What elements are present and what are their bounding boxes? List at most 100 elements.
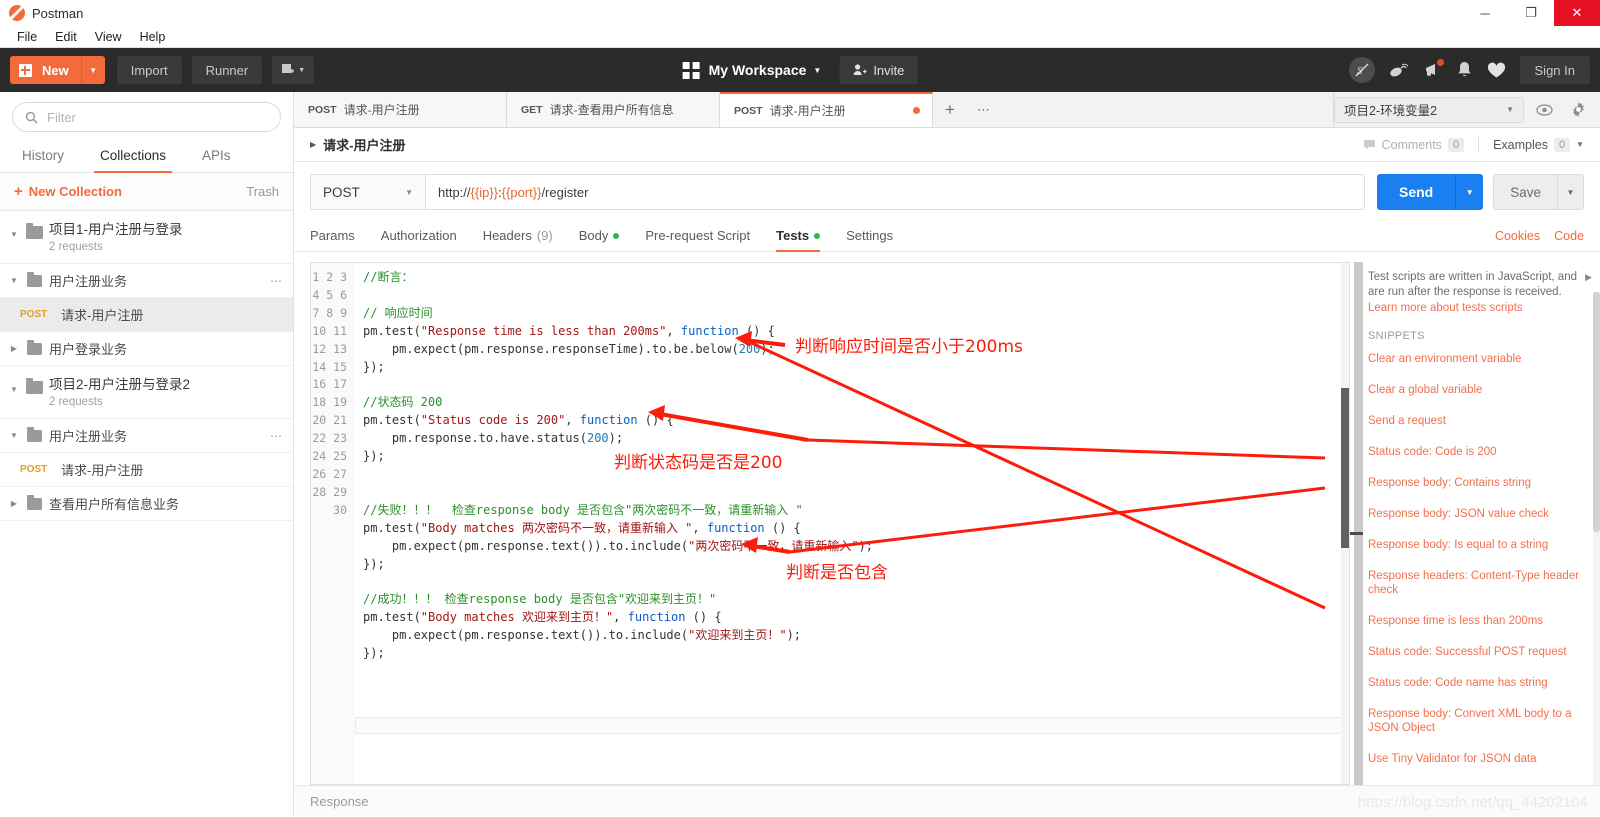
editor-area: 1 2 3 4 5 6 7 8 9 10 11 12 13 14 15 16 1… xyxy=(294,252,1600,785)
search-input[interactable]: Filter xyxy=(12,102,281,132)
new-window-button[interactable]: ▼ xyxy=(272,56,315,84)
save-dropdown-caret-icon[interactable]: ▼ xyxy=(1557,175,1583,209)
chevron-down-icon: ▼ xyxy=(1576,140,1584,149)
menu-edit[interactable]: Edit xyxy=(46,26,86,48)
heart-icon[interactable] xyxy=(1487,62,1506,79)
send-dropdown-caret-icon[interactable]: ▼ xyxy=(1455,174,1483,210)
snippets-heading: SNIPPETS xyxy=(1368,330,1425,342)
snippet-item[interactable]: Status code: Code name has string xyxy=(1368,676,1590,690)
tab-more-icon[interactable]: ⋯ xyxy=(967,92,1001,127)
chevron-down-icon[interactable]: ▼ xyxy=(8,376,20,394)
chevron-right-icon[interactable]: ▶ xyxy=(310,140,316,149)
new-collection-button[interactable]: + New Collection xyxy=(14,183,122,200)
editor-scrollbar[interactable] xyxy=(1341,263,1349,784)
menu-view[interactable]: View xyxy=(86,26,131,48)
tab-apis[interactable]: APIs xyxy=(184,140,249,172)
learn-more-link[interactable]: Learn more about tests scripts xyxy=(1368,302,1590,314)
workspace-caret-icon[interactable]: ▼ xyxy=(813,66,821,75)
examples-button[interactable]: Examples 0 ▼ xyxy=(1493,137,1584,152)
new-button[interactable]: New ▼ xyxy=(10,56,105,84)
snippet-item[interactable]: Response time is less than 200ms xyxy=(1368,614,1590,628)
menu-help[interactable]: Help xyxy=(131,26,175,48)
import-button[interactable]: Import xyxy=(116,56,182,84)
runner-button[interactable]: Runner xyxy=(191,56,263,84)
collapse-panel-icon[interactable]: ▶ xyxy=(1585,272,1592,283)
save-label: Save xyxy=(1510,184,1541,200)
tab-collections[interactable]: Collections xyxy=(82,140,184,173)
tab-pre-request-script[interactable]: Pre-request Script xyxy=(645,220,750,252)
collection-root[interactable]: ▼ 项目2-用户注册与登录2 2 requests xyxy=(0,366,293,419)
snippet-item[interactable]: Clear an environment variable xyxy=(1368,352,1590,366)
snippet-item[interactable]: Use Tiny Validator for JSON data xyxy=(1368,752,1590,766)
snippet-item[interactable]: Send a request xyxy=(1368,414,1590,428)
chevron-down-icon[interactable]: ▼ xyxy=(8,221,20,239)
folder-row[interactable]: ▼ 用户注册业务 ⋯ xyxy=(0,264,293,298)
request-row[interactable]: POST 请求-用户注册 xyxy=(0,453,293,487)
workspace-selector[interactable]: My Workspace ▼ Invite xyxy=(682,56,918,84)
request-tab[interactable]: GET 请求-查看用户所有信息 xyxy=(507,92,720,127)
snippet-item[interactable]: Status code: Successful POST request xyxy=(1368,645,1590,659)
panel-resize-handle[interactable] xyxy=(1350,262,1363,785)
maximize-button[interactable]: ❐ xyxy=(1508,0,1554,26)
cookies-link[interactable]: Cookies xyxy=(1495,229,1540,243)
method-selector[interactable]: POST ▼ xyxy=(310,174,425,210)
response-label: Response xyxy=(310,794,369,809)
megaphone-icon[interactable] xyxy=(1423,59,1444,79)
sync-off-icon[interactable]: S xyxy=(1348,57,1375,83)
folder-more-icon[interactable]: ⋯ xyxy=(270,274,283,288)
bell-icon[interactable] xyxy=(1456,61,1473,79)
request-row[interactable]: POST 请求-用户注册 xyxy=(0,298,293,332)
request-tab[interactable]: POST 请求-用户注册 xyxy=(294,92,507,127)
invite-button[interactable]: Invite xyxy=(839,56,918,84)
tab-params[interactable]: Params xyxy=(310,220,355,252)
scrollbar-thumb[interactable] xyxy=(1593,292,1600,532)
code-content[interactable]: //断言： // 响应时间 pm.test("Response time is … xyxy=(355,263,1349,784)
collection-actions: + New Collection Trash xyxy=(0,173,293,211)
folder-row[interactable]: ▼ 用户注册业务 ⋯ xyxy=(0,419,293,453)
eye-icon[interactable] xyxy=(1530,97,1558,123)
request-tabbar: POST 请求-用户注册 GET 请求-查看用户所有信息 POST 请求-用户注… xyxy=(294,92,1600,128)
comments-button[interactable]: Comments 0 xyxy=(1363,137,1465,152)
satellite-icon[interactable] xyxy=(1389,61,1409,79)
tests-code-editor[interactable]: 1 2 3 4 5 6 7 8 9 10 11 12 13 14 15 16 1… xyxy=(310,262,1350,785)
snippet-item[interactable]: Clear a global variable xyxy=(1368,383,1590,397)
snippet-item[interactable]: Response body: JSON value check xyxy=(1368,507,1590,521)
code-link[interactable]: Code xyxy=(1554,229,1584,243)
folder-more-icon[interactable]: ⋯ xyxy=(270,429,283,443)
url-input[interactable]: http://{{ip}}: {{port}}/register xyxy=(425,174,1365,210)
tab-tests[interactable]: Tests xyxy=(776,220,821,252)
gear-icon[interactable] xyxy=(1564,97,1592,123)
chevron-right-icon[interactable]: ▶ xyxy=(8,344,20,353)
new-tab-button[interactable]: + xyxy=(933,92,967,127)
folder-row[interactable]: ▶ 用户登录业务 xyxy=(0,332,293,366)
chevron-down-icon[interactable]: ▼ xyxy=(8,431,20,440)
minimize-button[interactable]: ─ xyxy=(1462,0,1508,26)
menu-file[interactable]: File xyxy=(8,26,46,48)
folder-row[interactable]: ▶ 查看用户所有信息业务 xyxy=(0,487,293,521)
tab-body[interactable]: Body xyxy=(579,220,620,252)
chevron-down-icon: ▼ xyxy=(1506,105,1514,114)
chevron-down-icon[interactable]: ▼ xyxy=(8,276,20,285)
new-dropdown-caret-icon[interactable]: ▼ xyxy=(80,56,105,84)
sign-in-button[interactable]: Sign In xyxy=(1519,56,1590,84)
send-button[interactable]: Send ▼ xyxy=(1376,174,1484,210)
snippet-item[interactable]: Response body: Is equal to a string xyxy=(1368,538,1590,552)
tab-headers[interactable]: Headers (9) xyxy=(483,220,553,252)
snippet-item[interactable]: Status code: Code is 200 xyxy=(1368,445,1590,459)
snippets-scrollbar[interactable] xyxy=(1593,292,1600,785)
tab-settings[interactable]: Settings xyxy=(846,220,893,252)
tab-authorization[interactable]: Authorization xyxy=(381,220,457,252)
save-button[interactable]: Save ▼ xyxy=(1493,174,1584,210)
snippet-item[interactable]: Response headers: Content-Type header ch… xyxy=(1368,569,1590,597)
close-button[interactable]: ✕ xyxy=(1554,0,1600,26)
environment-selector[interactable]: 项目2-环境变量2 ▼ xyxy=(1334,96,1524,123)
tab-history[interactable]: History xyxy=(4,140,82,172)
snippet-item[interactable]: Response body: Contains string xyxy=(1368,476,1590,490)
collection-root[interactable]: ▼ 项目1-用户注册与登录 2 requests xyxy=(0,211,293,264)
trash-button[interactable]: Trash xyxy=(246,184,279,199)
scrollbar-thumb[interactable] xyxy=(1341,388,1349,548)
snippet-item[interactable]: Response body: Convert XML body to a JSO… xyxy=(1368,707,1590,735)
request-tab-active[interactable]: POST 请求-用户注册 xyxy=(720,92,933,127)
chevron-right-icon[interactable]: ▶ xyxy=(8,499,20,508)
tab-method: POST xyxy=(308,103,337,116)
